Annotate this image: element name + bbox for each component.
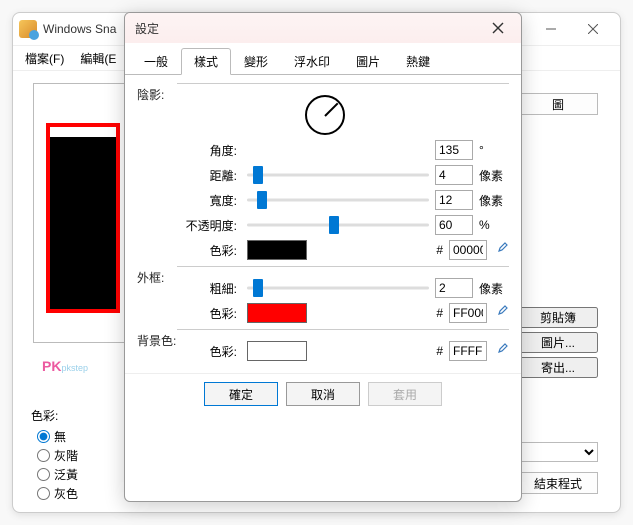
dialog-title: 設定: [135, 20, 485, 37]
ok-button[interactable]: 確定: [204, 382, 278, 406]
thickness-input[interactable]: [435, 278, 473, 298]
bg-color-swatch[interactable]: [247, 341, 307, 361]
clipboard-button[interactable]: 剪貼簿: [518, 307, 598, 328]
app-icon: [19, 20, 37, 38]
thickness-unit: 像素: [479, 280, 509, 297]
main-title: Windows Sna: [43, 22, 116, 36]
tab-hotkey[interactable]: 熱鍵: [393, 48, 443, 75]
width-slider[interactable]: [247, 190, 429, 210]
cancel-button[interactable]: 取消: [286, 382, 360, 406]
border-color-input[interactable]: [449, 303, 487, 323]
dialog-tabs: 一般 樣式 變形 浮水印 圖片 熱鍵: [125, 43, 521, 75]
section-background-label: 背景色:: [137, 332, 176, 349]
eyedropper-icon[interactable]: [493, 342, 509, 361]
shadow-color-label: 色彩:: [177, 242, 241, 259]
menu-file[interactable]: 檔案(F): [17, 47, 72, 70]
image-button[interactable]: 圖片...: [518, 332, 598, 353]
radio-gray[interactable]: 灰色: [37, 485, 78, 502]
color-group-title: 色彩:: [31, 407, 78, 424]
tab-general[interactable]: 一般: [131, 48, 181, 75]
distance-unit: 像素: [479, 167, 509, 184]
border-color-swatch[interactable]: [247, 303, 307, 323]
right-button-1[interactable]: 圖: [518, 93, 598, 115]
send-button[interactable]: 寄出...: [518, 357, 598, 378]
distance-input[interactable]: [435, 165, 473, 185]
width-unit: 像素: [479, 192, 509, 209]
eyedropper-icon[interactable]: [493, 241, 509, 260]
dialog-close-button[interactable]: [485, 15, 511, 41]
radio-sepia[interactable]: 泛黃: [37, 466, 78, 483]
width-label: 寬度:: [177, 192, 241, 209]
angle-dial[interactable]: [305, 95, 345, 135]
combo-select[interactable]: [518, 442, 598, 462]
shadow-color-input[interactable]: [449, 240, 487, 260]
tab-image[interactable]: 圖片: [343, 48, 393, 75]
thickness-label: 粗細:: [177, 280, 241, 297]
bg-color-label: 色彩:: [177, 343, 241, 360]
settings-dialog: 設定 一般 樣式 變形 浮水印 圖片 熱鍵 陰影: 角度: [124, 12, 522, 502]
dialog-button-row: 確定 取消 套用: [125, 373, 521, 416]
opacity-label: 不透明度:: [177, 217, 241, 234]
tab-watermark[interactable]: 浮水印: [281, 48, 343, 75]
preview-image: [46, 123, 120, 313]
radio-grayscale[interactable]: 灰階: [37, 447, 78, 464]
opacity-unit: %: [479, 218, 509, 232]
opacity-input[interactable]: [435, 215, 473, 235]
distance-slider[interactable]: [247, 165, 429, 185]
minimize-button[interactable]: [530, 15, 572, 43]
dialog-content: 陰影: 角度: ° 距離:: [125, 75, 521, 373]
section-border-label: 外框:: [137, 269, 164, 286]
section-shadow-label: 陰影:: [137, 86, 164, 103]
color-group: 色彩: 無 灰階 泛黃 灰色: [31, 407, 78, 504]
thickness-slider[interactable]: [247, 278, 429, 298]
width-input[interactable]: [435, 190, 473, 210]
exit-button[interactable]: 結束程式: [518, 472, 598, 494]
apply-button[interactable]: 套用: [368, 382, 442, 406]
preview-frame: PKpkstep: [33, 83, 133, 343]
close-button[interactable]: [572, 15, 614, 43]
distance-label: 距離:: [177, 167, 241, 184]
tab-transform[interactable]: 變形: [231, 48, 281, 75]
shadow-color-swatch[interactable]: [247, 240, 307, 260]
opacity-slider[interactable]: [247, 215, 429, 235]
angle-unit: °: [479, 143, 509, 157]
tab-style[interactable]: 樣式: [181, 48, 231, 75]
radio-none[interactable]: 無: [37, 428, 78, 445]
border-color-label: 色彩:: [177, 305, 241, 322]
eyedropper-icon[interactable]: [493, 304, 509, 323]
dialog-titlebar: 設定: [125, 13, 521, 43]
menu-edit[interactable]: 編輯(E: [72, 47, 124, 70]
bg-color-input[interactable]: [449, 341, 487, 361]
hash-label: #: [436, 243, 443, 257]
angle-input[interactable]: [435, 140, 473, 160]
angle-label: 角度:: [177, 142, 241, 159]
watermark-logo: PKpkstep: [42, 358, 88, 374]
